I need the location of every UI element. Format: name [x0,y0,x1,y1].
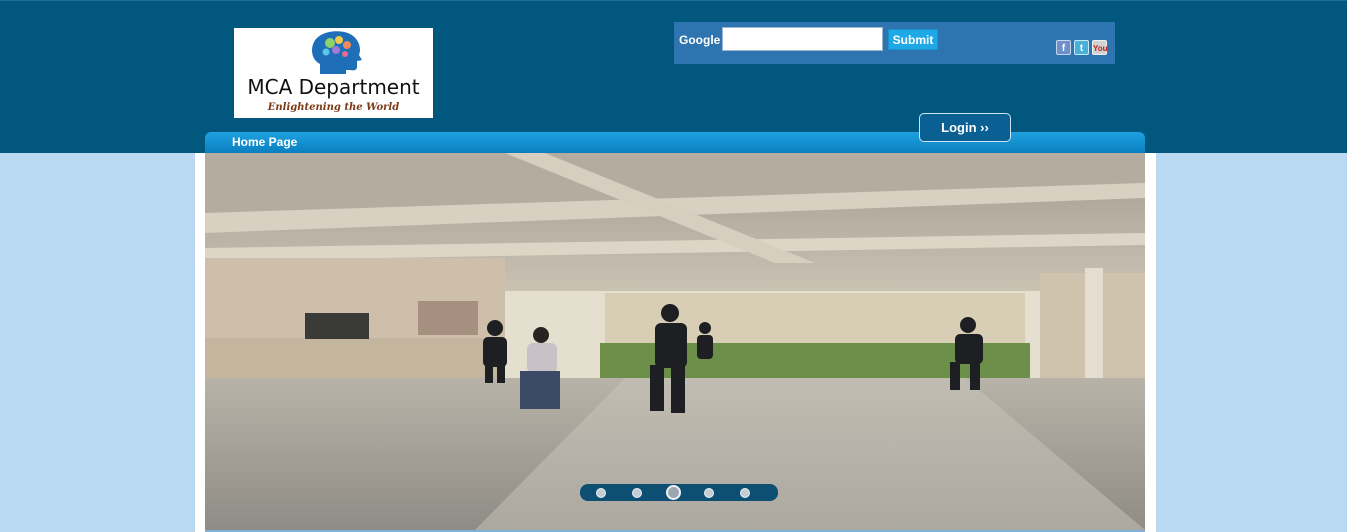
google-search-panel: Google Submit f t You [674,22,1115,64]
twitter-icon[interactable]: t [1074,40,1089,55]
slider-dot-1[interactable] [596,488,606,498]
nav-home-page[interactable]: Home Page [232,135,297,149]
department-logo[interactable]: MCA Department Enlightening the World [234,28,433,118]
brain-head-icon [312,31,362,74]
slider-pagination [580,484,778,501]
facebook-icon[interactable]: f [1056,40,1071,55]
slide-photo-corridor [205,153,1145,530]
slider-dot-5[interactable] [740,488,750,498]
slider-dot-4[interactable] [704,488,714,498]
department-tagline: Enlightening the World [267,102,400,113]
search-submit-button[interactable]: Submit [888,29,938,50]
image-slider[interactable] [205,153,1145,530]
site-header: MCA Department Enlightening the World Go… [0,0,1347,153]
search-label: Google [679,33,721,47]
youtube-icon[interactable]: You [1092,40,1108,55]
slider-dot-2[interactable] [632,488,642,498]
department-name: MCA Department [247,75,420,99]
slider-dot-3-active[interactable] [666,485,681,500]
login-button[interactable]: Login ›› [919,113,1011,142]
search-input[interactable] [722,27,883,51]
